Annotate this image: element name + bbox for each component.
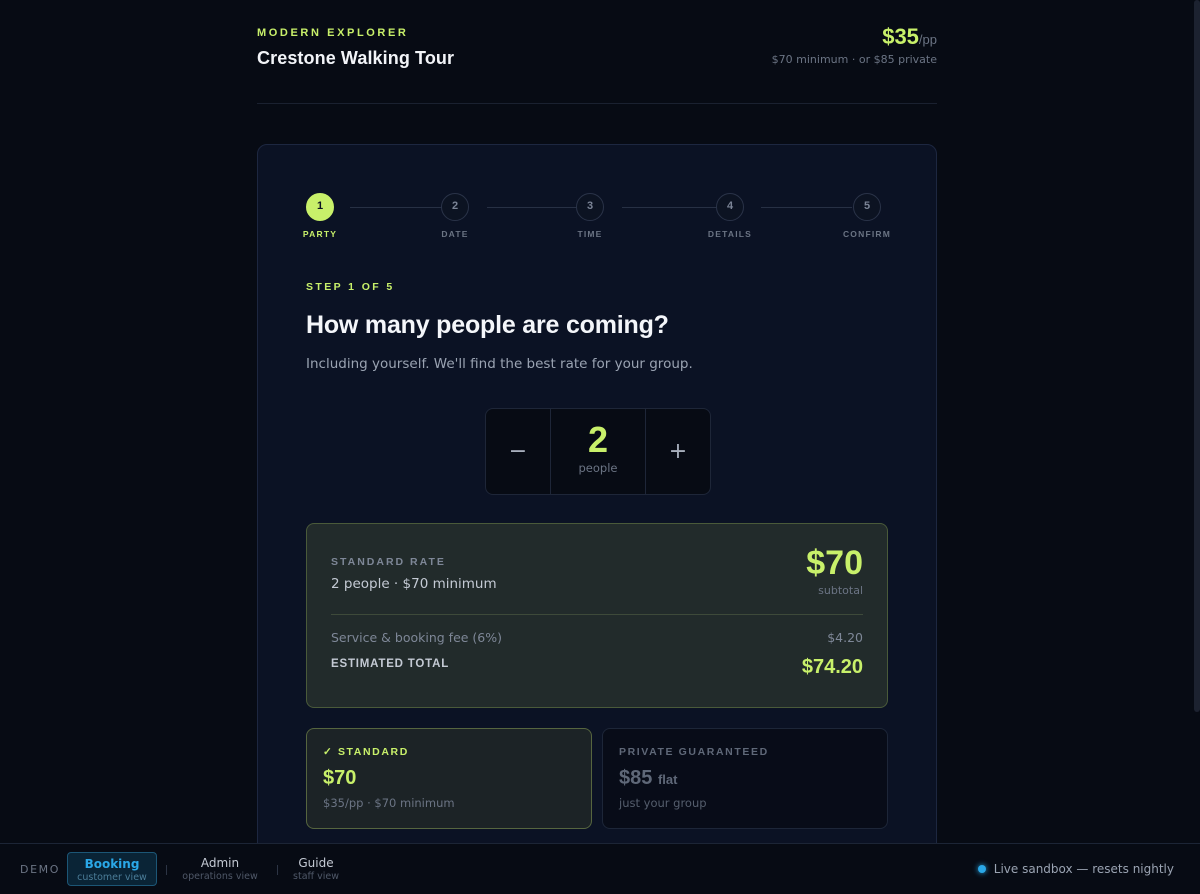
page-subtitle: Including yourself. We'll find the best …	[306, 356, 693, 372]
step-details[interactable]: 4 DETAILS	[700, 193, 760, 239]
step-number: 5	[853, 193, 881, 221]
option-title: PRIVATE GUARANTEED	[619, 746, 769, 758]
tab-name: Booking	[84, 857, 140, 871]
subtotal-amount: $70	[806, 544, 863, 582]
scrollbar[interactable]	[1194, 0, 1200, 712]
fee-label: Service & booking fee (6%)	[331, 630, 503, 645]
increment-button[interactable]: +	[646, 409, 710, 494]
tab-name: Admin	[200, 856, 240, 870]
step-label: CONFIRM	[842, 229, 892, 239]
fee-amount: $4.20	[827, 630, 863, 645]
status-dot-icon	[977, 865, 986, 873]
sandbox-status: Live sandbox — resets nightly	[977, 862, 1174, 876]
tab-sub: operations view	[182, 871, 258, 882]
tour-header: MODERN EXPLORER Crestone Walking Tour $3…	[257, 22, 937, 104]
tab-admin[interactable]: Admin operations view	[176, 852, 264, 886]
rate-summary: STANDARD RATE 2 people · $70 minimum $70…	[306, 523, 888, 708]
price-note: $70 minimum · or $85 private	[771, 53, 937, 66]
check-icon: ✓	[323, 746, 334, 758]
demo-bar: DEMO Booking customer view Admin operati…	[0, 843, 1200, 894]
option-sub: just your group	[619, 796, 707, 810]
tab-booking[interactable]: Booking customer view	[67, 852, 157, 886]
subtotal-label: subtotal	[818, 584, 863, 597]
tab-guide[interactable]: Guide staff view	[287, 852, 345, 886]
option-title: ✓ STANDARD	[323, 746, 575, 758]
option-price-value: $85	[619, 767, 653, 789]
option-private[interactable]: PRIVATE GUARANTEED $85 flat just your gr…	[602, 728, 888, 829]
tab-separator	[277, 865, 278, 875]
step-number: 1	[306, 193, 334, 221]
step-confirm[interactable]: 5 CONFIRM	[837, 193, 897, 239]
step-label: TIME	[577, 229, 603, 239]
total-amount: $74.20	[801, 656, 863, 678]
step-party[interactable]: 1 PARTY	[290, 193, 350, 239]
booking-card: 1 PARTY 2 DATE 3 TIME 4 DETAILS 5 CONFIR…	[257, 144, 937, 894]
brand-name: MODERN EXPLORER	[257, 27, 409, 39]
tour-title: Crestone Walking Tour	[257, 48, 455, 68]
step-count: STEP 1 OF 5	[306, 281, 395, 293]
step-date[interactable]: 2 DATE	[425, 193, 485, 239]
step-number: 2	[441, 193, 469, 221]
price-per-person: $35	[882, 24, 919, 49]
option-price: $70	[323, 767, 357, 789]
divider	[331, 614, 863, 615]
option-price: $85 flat	[619, 767, 871, 790]
price-summary: $35/pp $70 minimum · or $85 private	[772, 24, 937, 66]
rate-detail: 2 people · $70 minimum	[331, 576, 497, 592]
step-label: DETAILS	[707, 229, 753, 239]
party-size-value: 2	[587, 419, 609, 460]
step-label: PARTY	[302, 229, 338, 239]
step-number: 3	[576, 193, 604, 221]
option-title-text: STANDARD	[337, 746, 409, 758]
price-unit: /pp	[918, 32, 937, 47]
option-price-suffix: flat	[657, 772, 678, 787]
party-size-unit: people	[578, 461, 618, 475]
total-label: ESTIMATED TOTAL	[331, 658, 450, 670]
demo-label: DEMO	[20, 863, 60, 876]
step-number: 4	[716, 193, 744, 221]
option-sub: $35/pp · $70 minimum	[323, 796, 455, 810]
option-standard[interactable]: ✓ STANDARD $70 $35/pp · $70 minimum	[306, 728, 592, 829]
page-title: How many people are coming?	[306, 311, 669, 339]
tab-sub: staff view	[293, 871, 339, 882]
step-time[interactable]: 3 TIME	[560, 193, 620, 239]
progress-stepper: 1 PARTY 2 DATE 3 TIME 4 DETAILS 5 CONFIR…	[303, 193, 890, 243]
tab-separator	[166, 865, 167, 875]
tab-name: Guide	[298, 856, 334, 870]
party-size-stepper: − 2 people +	[485, 408, 711, 495]
tab-sub: customer view	[77, 872, 147, 883]
party-size-display: 2 people	[550, 409, 646, 494]
sandbox-text: Live sandbox — resets nightly	[993, 862, 1174, 876]
decrement-button[interactable]: −	[486, 409, 550, 494]
rate-label: STANDARD RATE	[331, 556, 446, 568]
step-label: DATE	[441, 229, 469, 239]
